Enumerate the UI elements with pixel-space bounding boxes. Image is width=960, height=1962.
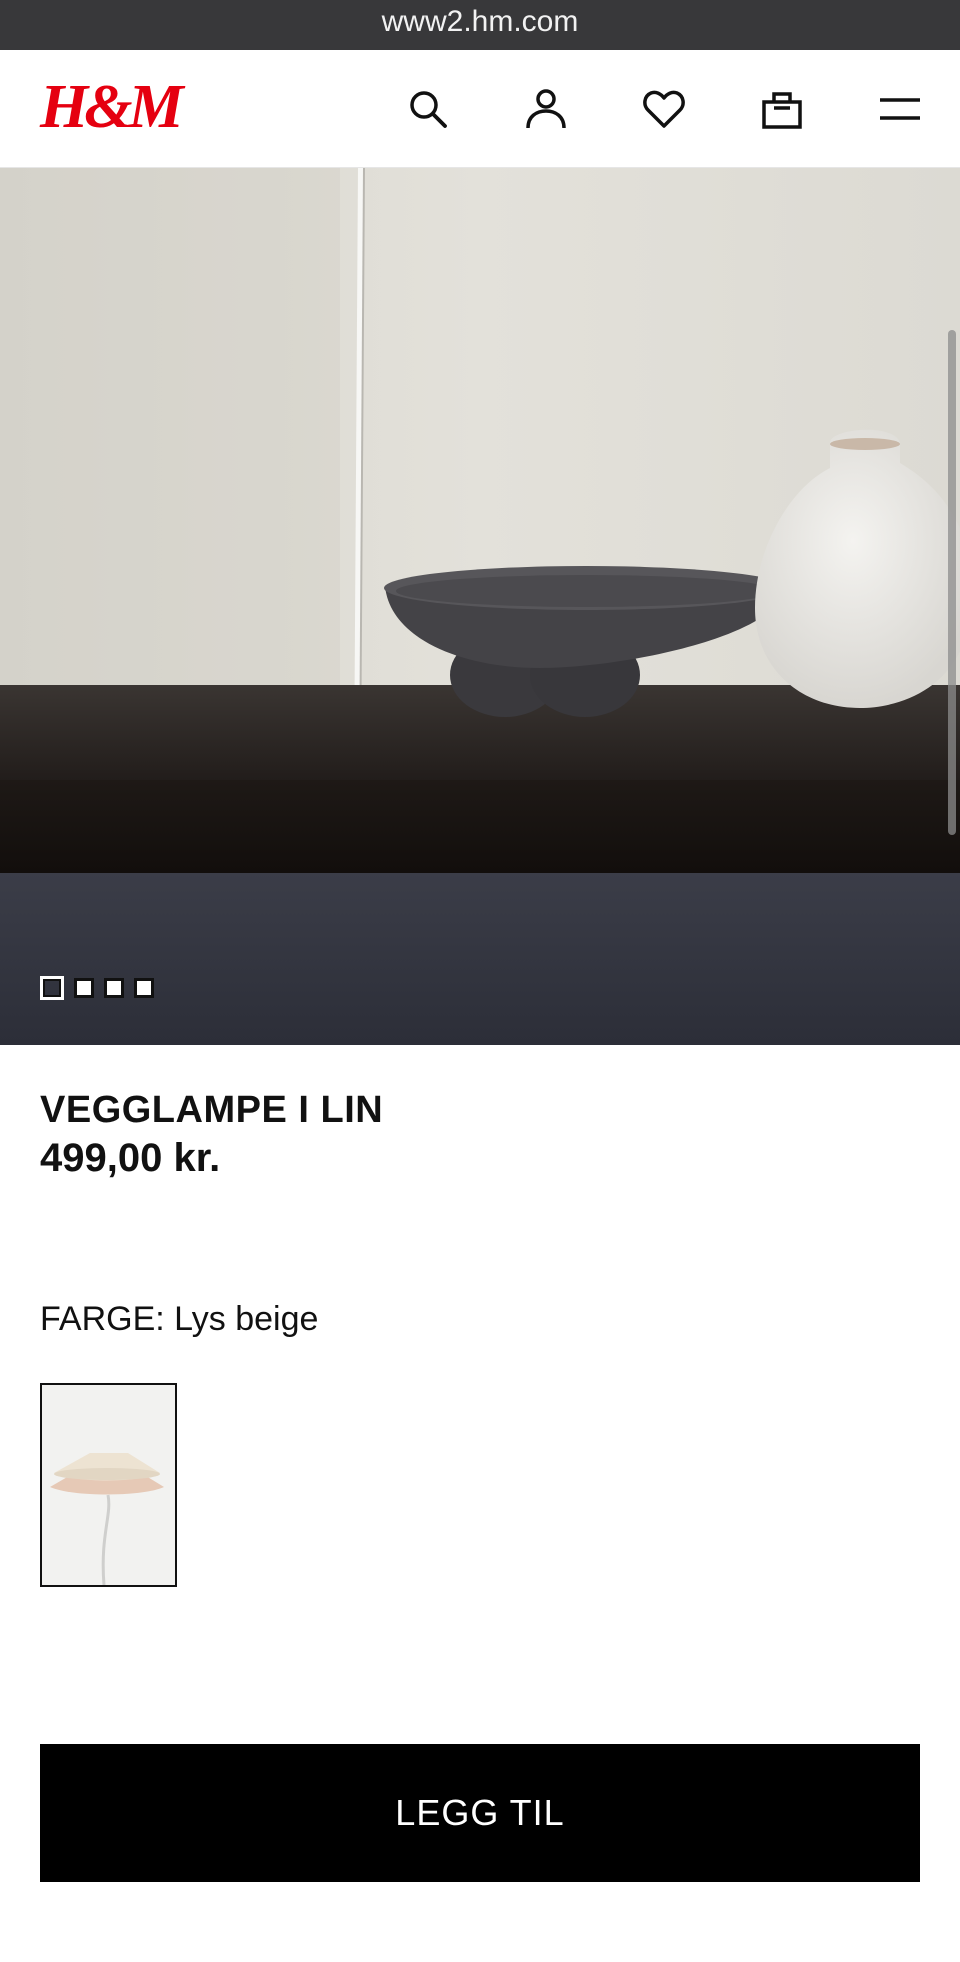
gallery-dot-3[interactable]	[104, 978, 124, 998]
account-icon[interactable]	[523, 86, 569, 132]
browser-url: www2.hm.com	[381, 5, 579, 38]
hm-logo[interactable]: H&M	[40, 72, 184, 142]
favorites-icon[interactable]	[641, 86, 687, 132]
site-header: H&M	[0, 50, 960, 168]
gallery-dot-2[interactable]	[74, 978, 94, 998]
search-icon[interactable]	[405, 86, 451, 132]
gallery-pagination	[40, 976, 154, 1000]
gallery-dot-1[interactable]	[40, 976, 64, 1000]
bag-icon[interactable]	[759, 86, 805, 132]
lamp-thumbnail-image	[42, 1385, 175, 1585]
add-to-cart-button[interactable]: LEGG TIL	[40, 1744, 920, 1882]
product-image-gallery[interactable]	[0, 168, 960, 1045]
scrollbar-thumb[interactable]	[948, 330, 956, 835]
product-price: 499,00 kr.	[40, 1136, 221, 1180]
color-swatch-lys-beige[interactable]	[40, 1383, 177, 1587]
product-title: VEGGLAMPE I LIN	[40, 1089, 384, 1131]
product-photo	[0, 168, 960, 1045]
gallery-dot-4[interactable]	[134, 978, 154, 998]
color-label: FARGE: Lys beige	[40, 1300, 319, 1338]
menu-icon[interactable]	[877, 86, 923, 132]
browser-url-bar[interactable]: www2.hm.com	[0, 0, 960, 50]
